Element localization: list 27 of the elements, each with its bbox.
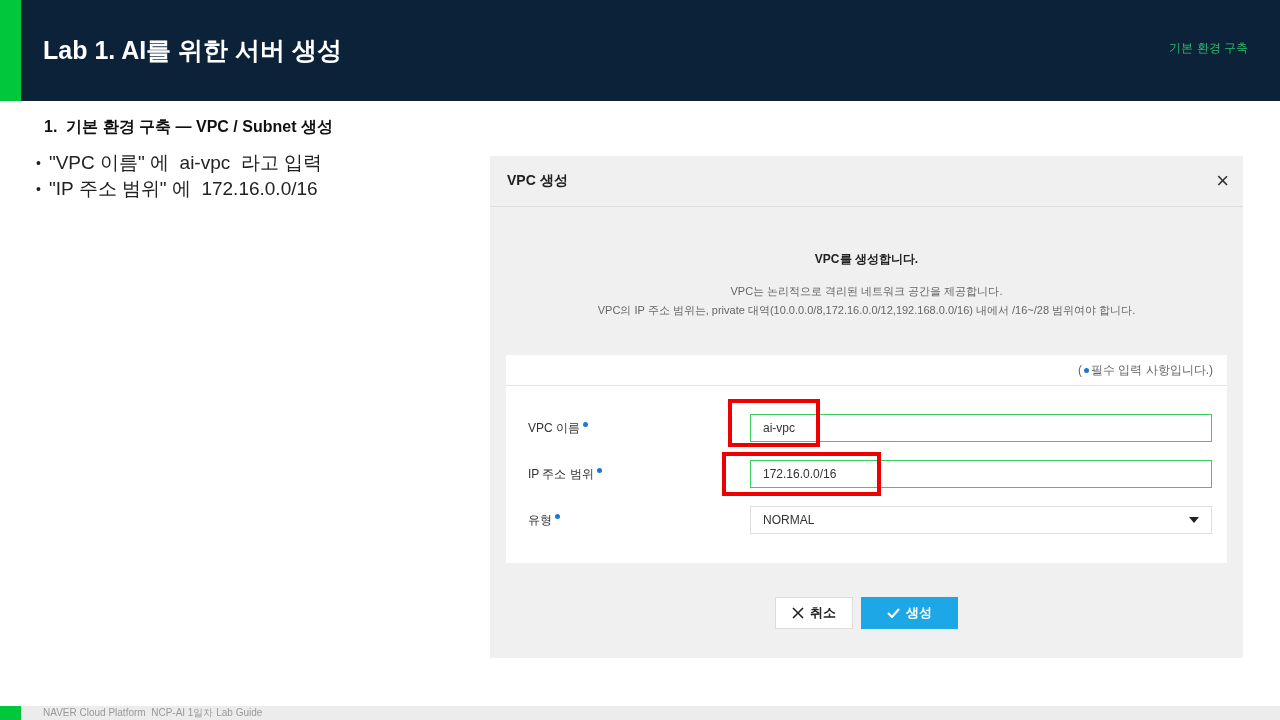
- description-text: VPC의 IP 주소 범위는, private 대역(10.0.0.0/8,172.16.0.0/12,192.168.0.0/16) 내에서 /16~/28 범위여야 합니다.: [596, 303, 1137, 318]
- bullet-item: "IP 주소 범위" 에 172.16.0.0/16: [48, 177, 318, 201]
- footer-text: NAVER Cloud Platform NCP-AI 1일차 Lab Guide: [43, 706, 263, 720]
- dialog-lead: VPC를 생성합니다.: [813, 251, 920, 268]
- type-dropdown[interactable]: NORMAL: [750, 506, 1212, 534]
- close-button[interactable]: ×: [1212, 168, 1233, 194]
- close-icon: [792, 607, 804, 619]
- section-label: 기본 환경 구축: [1169, 40, 1248, 57]
- bullet-marker: •: [36, 154, 41, 173]
- dialog-title: VPC 생성: [507, 172, 568, 190]
- cancel-button[interactable]: 취소: [775, 597, 853, 629]
- input-field[interactable]: 172.16.0.0/16: [750, 460, 1212, 488]
- field-label: IP 주소 범위: [528, 465, 594, 483]
- required-note: (: [1078, 363, 1082, 377]
- caret-icon: [1189, 517, 1199, 523]
- slide-title: Lab 1. AI를 위한 서버 생성: [43, 35, 344, 66]
- check-icon: [887, 608, 900, 618]
- section-heading: 1. 기본 환경 구축 — VPC / Subnet 생성: [44, 117, 334, 137]
- required-note: 필수 입력 사항입니다.): [1091, 361, 1213, 379]
- bullet-marker: •: [36, 180, 41, 199]
- accent-bar: [0, 706, 21, 720]
- bullet-item: "VPC 이름" 에 ai-vpc 라고 입력: [48, 151, 323, 175]
- input-field[interactable]: ai-vpc: [750, 414, 1212, 442]
- field-label: VPC 이름: [528, 419, 580, 437]
- required-dot-icon: [1084, 367, 1089, 373]
- description-text: VPC는 논리적으로 격리된 네트워크 공간을 제공합니다.: [729, 284, 1004, 299]
- field-label: 유형: [528, 511, 552, 529]
